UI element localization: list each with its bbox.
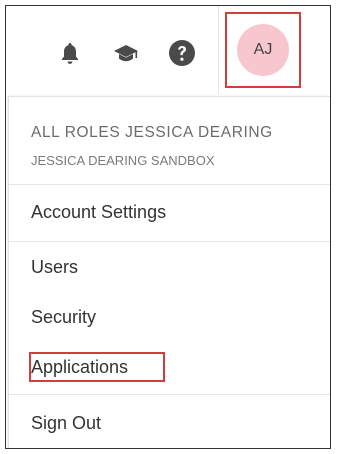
help-circle-icon[interactable] (165, 36, 199, 70)
menu-item-account-settings[interactable]: Account Settings (31, 202, 166, 223)
account-name: JESSICA DEARING SANDBOX (31, 153, 215, 168)
menu-item-users[interactable]: Users (31, 257, 78, 278)
avatar-button[interactable]: AJ (225, 12, 301, 88)
bell-icon[interactable] (53, 36, 87, 70)
menu-item-sign-out[interactable]: Sign Out (31, 413, 101, 434)
applications-highlight (29, 352, 165, 382)
avatar: AJ (237, 24, 289, 76)
user-dropdown-menu: ALL ROLES JESSICA DEARING JESSICA DEARIN… (8, 96, 330, 448)
menu-divider (9, 394, 330, 395)
menu-divider (9, 241, 330, 242)
role-name: ALL ROLES JESSICA DEARING (31, 124, 273, 141)
graduation-cap-icon[interactable] (109, 36, 143, 70)
menu-header: ALL ROLES JESSICA DEARING JESSICA DEARIN… (9, 97, 330, 185)
top-bar: AJ (6, 6, 330, 96)
app-window: AJ ALL ROLES JESSICA DEARING JESSICA DEA… (5, 5, 331, 449)
menu-item-security[interactable]: Security (31, 307, 96, 328)
topbar-divider (218, 6, 219, 94)
